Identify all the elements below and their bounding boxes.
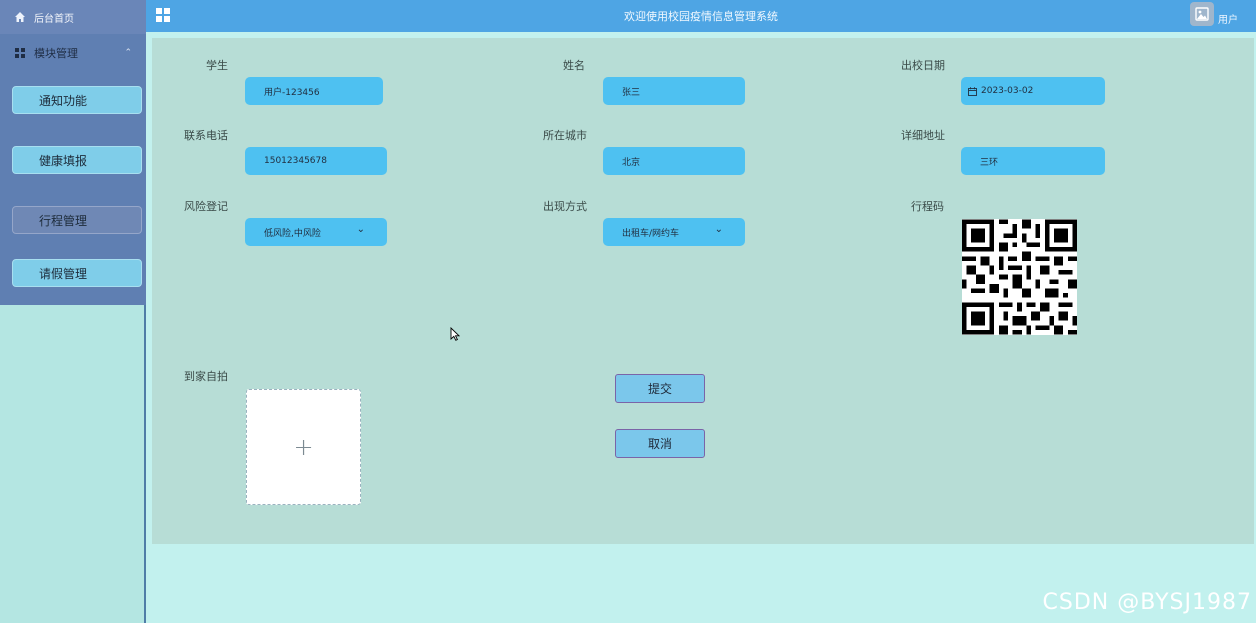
selfie-upload[interactable]: + (246, 389, 361, 505)
avatar[interactable] (1190, 2, 1214, 26)
address-field[interactable]: 三环 (961, 147, 1105, 175)
sidebar-item-trip-management[interactable]: 行程管理 (12, 206, 142, 234)
date-label: 出校日期 (901, 59, 945, 72)
selfie-label: 到家自拍 (184, 370, 228, 383)
chevron-down-icon: ⌄ (714, 224, 723, 235)
chevron-up-icon: ⌃ (124, 48, 132, 58)
date-picker[interactable]: 2023-03-02 (961, 77, 1105, 105)
risk-select[interactable]: 低风险,中风险 ⌄ (245, 218, 387, 246)
mouse-cursor-icon (450, 327, 460, 341)
chevron-down-icon: ⌄ (356, 224, 365, 235)
student-label: 学生 (206, 59, 228, 72)
sidebar-modules-label: 模块管理 (34, 47, 78, 60)
name-label: 姓名 (563, 59, 585, 72)
submit-button[interactable]: 提交 (615, 374, 705, 403)
cancel-button[interactable]: 取消 (615, 429, 705, 458)
risk-label: 风险登记 (184, 200, 228, 213)
home-icon (15, 12, 25, 22)
city-value: 北京 (622, 157, 641, 168)
plus-icon: + (293, 433, 314, 461)
modules-icon (15, 48, 25, 58)
cancel-label: 取消 (647, 437, 672, 451)
sidebar-item-label: 行程管理 (39, 213, 88, 228)
sidebar-item-leave-management[interactable]: 请假管理 (12, 259, 142, 287)
top-header: 欢迎使用校园疫情信息管理系统 用户 (146, 0, 1256, 32)
watermark-text: CSDN @BYSJ1987 (1042, 590, 1252, 615)
sidebar-item-notice[interactable]: 通知功能 (12, 86, 142, 114)
name-value: 张三 (622, 87, 641, 98)
sidebar-item-label: 通知功能 (39, 93, 88, 108)
trip-code-qr-image (962, 219, 1077, 335)
city-field[interactable]: 北京 (603, 147, 745, 175)
transport-select[interactable]: 出租车/网约车 ⌄ (603, 218, 745, 246)
student-value: 用户-123456 (264, 87, 320, 98)
transport-value: 出租车/网约车 (622, 228, 680, 239)
risk-value: 低风险,中风险 (264, 228, 321, 239)
phone-label: 联系电话 (184, 129, 228, 142)
address-label: 详细地址 (901, 129, 945, 142)
phone-field[interactable]: 15012345678 (245, 147, 387, 175)
student-field[interactable]: 用户-123456 (245, 77, 383, 105)
user-label[interactable]: 用户 (1218, 11, 1238, 26)
submit-label: 提交 (647, 382, 672, 396)
sidebar-home-link[interactable]: 后台首页 (0, 0, 146, 34)
sidebar-modules-group[interactable]: 模块管理 ⌃ (0, 36, 146, 70)
date-value: 2023-03-02 (981, 86, 1034, 96)
address-value: 三环 (980, 157, 999, 168)
sidebar-item-label: 健康填报 (39, 153, 88, 168)
transport-label: 出现方式 (543, 200, 587, 213)
sidebar: 后台首页 模块管理 ⌃ 通知功能 健康填报 行程管理 请假管理 (0, 0, 146, 623)
sidebar-item-label: 请假管理 (39, 266, 88, 281)
sidebar-home-label: 后台首页 (34, 13, 74, 25)
page-title: 欢迎使用校园疫情信息管理系统 (624, 10, 778, 23)
city-label: 所在城市 (543, 129, 587, 142)
calendar-icon (968, 86, 977, 96)
name-field[interactable]: 张三 (603, 77, 745, 105)
image-icon (1195, 7, 1209, 21)
sidebar-item-health-report[interactable]: 健康填报 (12, 146, 142, 174)
trip-code-label: 行程码 (911, 200, 944, 213)
phone-value: 15012345678 (264, 156, 327, 166)
